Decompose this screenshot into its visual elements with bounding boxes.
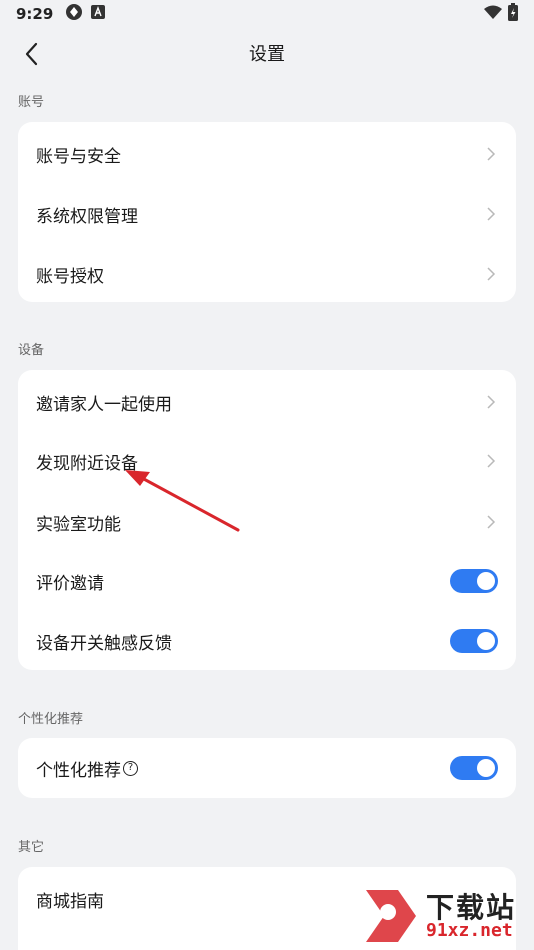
haptic-feedback-toggle[interactable] — [450, 629, 498, 653]
chevron-right-icon — [487, 267, 496, 281]
app-notification-icon — [65, 3, 83, 25]
row-label: 系统权限管理 — [36, 206, 138, 227]
row-label: 个性化推荐 — [36, 760, 121, 781]
watermark-logo-icon — [366, 890, 416, 942]
row-discover-nearby-devices[interactable]: 发现附近设备 — [18, 431, 516, 491]
status-bar: 9:29 — [0, 0, 534, 28]
row-label: 账号授权 — [36, 266, 104, 287]
rating-invite-toggle[interactable] — [450, 569, 498, 593]
personalized-recommendation-toggle[interactable] — [450, 756, 498, 780]
section-label-account: 账号 — [18, 95, 45, 110]
watermark: 下载站 91xz.net — [358, 886, 528, 946]
row-label: 设备开关触感反馈 — [36, 633, 172, 654]
top-bar: 设置 — [0, 30, 534, 76]
page-title: 设置 — [249, 44, 285, 65]
chevron-right-icon — [487, 207, 496, 221]
toggle-knob — [477, 759, 495, 777]
status-time: 9:29 — [16, 5, 54, 23]
section-label-device: 设备 — [18, 343, 45, 358]
row-label: 实验室功能 — [36, 514, 121, 535]
wifi-icon — [484, 5, 502, 23]
section-label-personalization: 个性化推荐 — [18, 712, 84, 727]
account-card: 账号与安全 系统权限管理 账号授权 — [18, 122, 516, 302]
battery-icon — [508, 3, 518, 25]
watermark-domain: 91xz.net — [426, 920, 513, 941]
row-lab-features[interactable]: 实验室功能 — [18, 492, 516, 552]
row-haptic-feedback: 设备开关触感反馈 — [18, 611, 516, 671]
row-system-permissions[interactable]: 系统权限管理 — [18, 184, 516, 244]
chevron-right-icon — [487, 454, 496, 468]
row-rating-invite: 评价邀请 — [18, 551, 516, 611]
device-card: 邀请家人一起使用 发现附近设备 实验室功能 评价邀请 设备开关触感反馈 — [18, 370, 516, 670]
row-label: 账号与安全 — [36, 146, 121, 167]
chevron-right-icon — [487, 395, 496, 409]
section-label-other: 其它 — [18, 840, 45, 855]
row-label: 商城指南 — [36, 891, 104, 912]
personalization-card: 个性化推荐 ? — [18, 738, 516, 798]
row-label: 评价邀请 — [36, 573, 104, 594]
a-notification-icon — [91, 5, 106, 23]
row-account-authorization[interactable]: 账号授权 — [18, 244, 516, 304]
row-personalized-recommendation: 个性化推荐 ? — [18, 738, 516, 798]
row-account-security[interactable]: 账号与安全 — [18, 124, 516, 184]
question-circle-icon[interactable]: ? — [123, 760, 138, 776]
chevron-right-icon — [487, 515, 496, 529]
chevron-right-icon — [487, 147, 496, 161]
row-label: 邀请家人一起使用 — [36, 394, 172, 415]
toggle-knob — [477, 572, 495, 590]
toggle-knob — [477, 632, 495, 650]
row-invite-family[interactable]: 邀请家人一起使用 — [18, 372, 516, 432]
row-label: 发现附近设备 — [36, 453, 138, 474]
